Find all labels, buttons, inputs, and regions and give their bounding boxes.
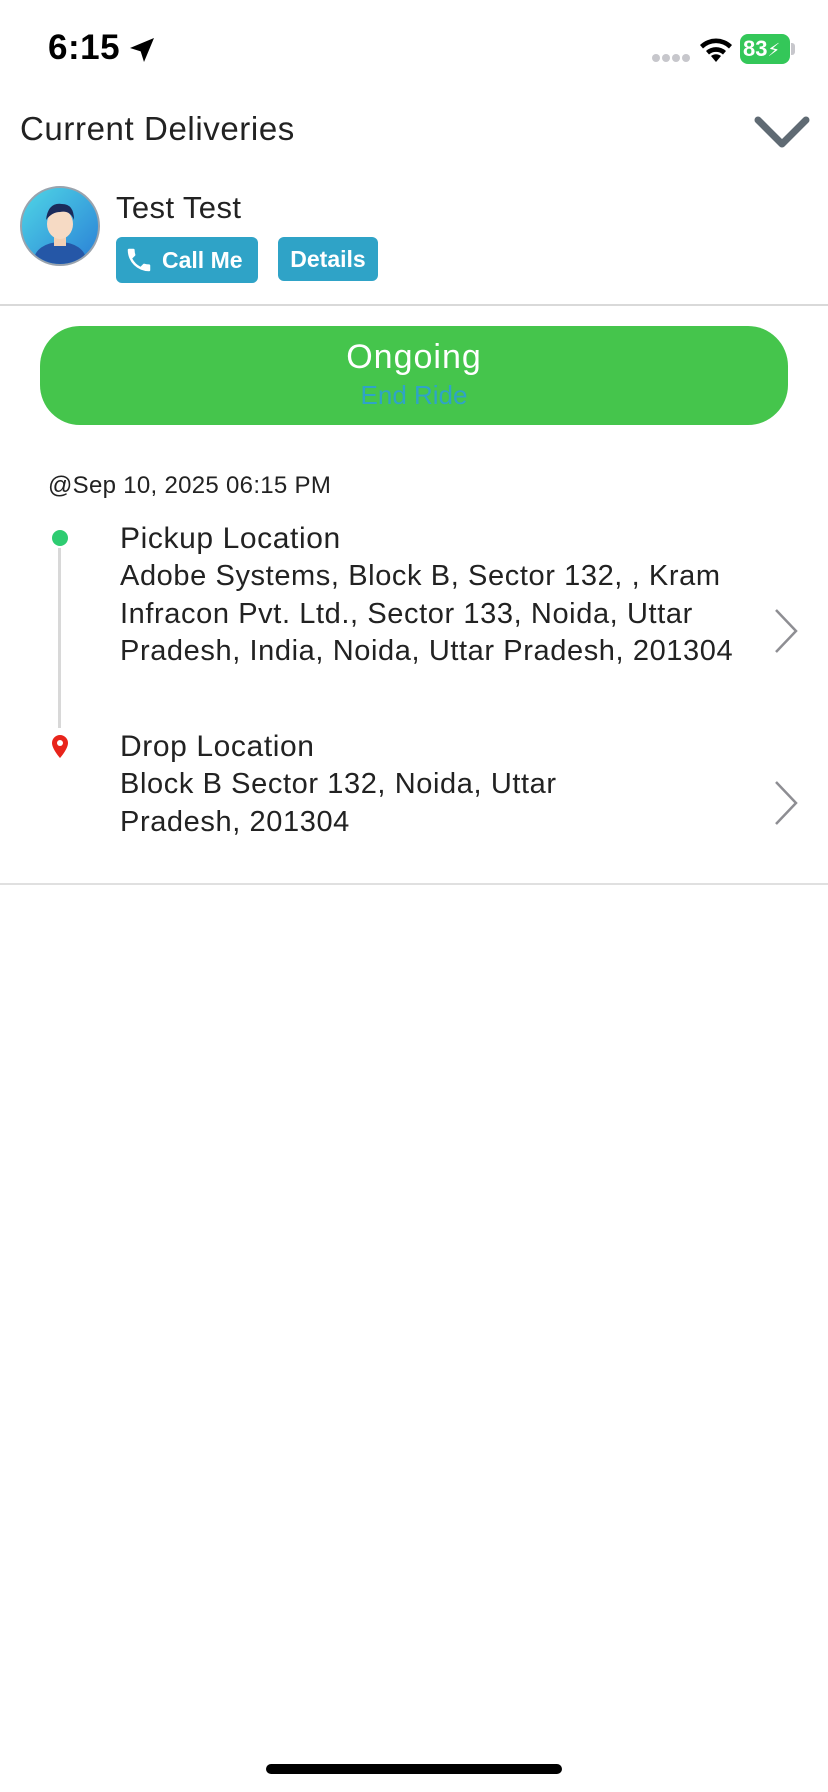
pickup-chevron-right-icon[interactable] — [770, 606, 800, 656]
battery-nub — [791, 43, 795, 55]
call-me-button[interactable]: Call Me — [116, 237, 258, 283]
avatar — [20, 186, 100, 266]
home-indicator[interactable] — [266, 1764, 562, 1774]
pickup-dot-icon — [52, 530, 68, 546]
person-avatar-icon — [34, 203, 86, 264]
battery-level: 83 — [743, 36, 768, 61]
location-arrow-icon — [130, 38, 154, 62]
pickup-title: Pickup Location — [120, 522, 341, 555]
phone-icon — [127, 248, 151, 272]
end-ride-label[interactable]: End Ride — [40, 380, 788, 411]
page-title: Current Deliveries — [20, 110, 295, 147]
wifi-icon — [700, 38, 732, 62]
pickup-address: Adobe Systems, Block B, Sector 132, , Kr… — [120, 560, 734, 667]
route-line — [58, 548, 61, 728]
details-label: Details — [290, 245, 366, 272]
status-time: 6:15 — [48, 28, 121, 67]
charging-bolt-icon: ⚡ — [767, 40, 781, 60]
drop-address: Block B Sector 132, Noida, Uttar Pradesh… — [120, 768, 557, 838]
drop-chevron-right-icon[interactable] — [770, 778, 800, 828]
driver-name: Test Test — [116, 190, 242, 225]
divider — [0, 304, 828, 306]
cellular-signal-icon — [652, 54, 690, 62]
drop-title: Drop Location — [120, 730, 315, 763]
divider — [0, 883, 828, 885]
call-me-label: Call Me — [162, 246, 243, 273]
chevron-down-icon[interactable] — [752, 112, 812, 152]
battery-indicator: 83⚡ — [740, 34, 790, 64]
drop-pin-icon — [52, 735, 68, 758]
ongoing-label: Ongoing — [346, 338, 482, 376]
ride-timestamp: @Sep 10, 2025 06:15 PM — [48, 472, 332, 499]
details-button[interactable]: Details — [278, 237, 378, 281]
